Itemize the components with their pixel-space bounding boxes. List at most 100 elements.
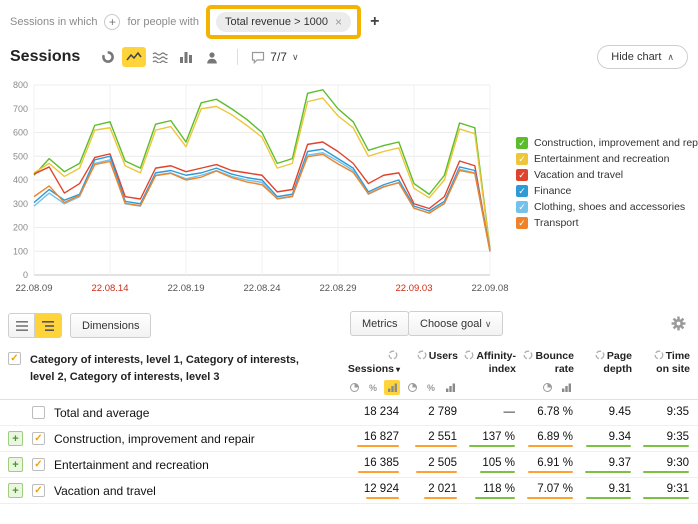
svg-text:500: 500 xyxy=(13,151,28,161)
pie-mini-icon[interactable] xyxy=(404,380,420,395)
list-view-icon[interactable] xyxy=(8,313,35,338)
row-label: Construction, improvement and repair xyxy=(54,432,255,446)
legend-item[interactable]: Transport xyxy=(516,217,698,229)
row-checkbox[interactable] xyxy=(32,484,45,497)
legend-item[interactable]: Clothing, shoes and accessories xyxy=(516,201,698,213)
legend-item[interactable]: Vacation and travel xyxy=(516,169,698,181)
metric-value: 6.91 % xyxy=(537,457,573,470)
select-all-checkbox[interactable] xyxy=(8,352,21,365)
value-proportion-bar xyxy=(358,471,399,473)
dimensions-button[interactable]: Dimensions xyxy=(70,313,151,338)
series-checkbox-icon[interactable] xyxy=(516,153,528,165)
legend-label: Vacation and travel xyxy=(534,169,623,181)
percent-mini-icon[interactable]: % xyxy=(365,380,381,395)
value-proportion-bar xyxy=(586,445,631,447)
bar-mini-icon[interactable] xyxy=(558,380,574,395)
column-header-label[interactable]: Users xyxy=(417,350,458,363)
table-row[interactable]: Total and average18 2342 789—6.78 %9.459… xyxy=(0,400,698,426)
add-session-condition-button[interactable]: + xyxy=(104,14,120,30)
value-proportion-bar xyxy=(416,471,457,473)
svg-text:600: 600 xyxy=(13,128,28,138)
sessions-chart: 010020030040050060070080022.08.0922.08.1… xyxy=(2,75,508,301)
add-user-condition-button[interactable]: + xyxy=(370,13,379,31)
metric-value-cell: 9.45 xyxy=(580,406,638,419)
metric-value-cell: 9.37 xyxy=(580,457,638,473)
column-header: Users% xyxy=(406,350,464,399)
value-proportion-bar xyxy=(424,497,457,499)
bar-mini-icon[interactable] xyxy=(442,380,458,395)
expand-row-button[interactable] xyxy=(8,431,23,446)
column-header-label[interactable]: Time on site xyxy=(638,350,690,376)
series-checkbox-icon[interactable] xyxy=(516,185,528,197)
series-checkbox-icon[interactable] xyxy=(516,169,528,181)
table-row[interactable]: Entertainment and recreation16 3852 5051… xyxy=(0,452,698,478)
percent-mini-icon[interactable]: % xyxy=(423,380,439,395)
svg-text:22.08.29: 22.08.29 xyxy=(320,283,357,294)
bar-mini-icon[interactable] xyxy=(384,380,400,395)
metric-value-cell: 137 % xyxy=(464,431,522,447)
legend-item[interactable]: Construction, improvement and repair xyxy=(516,137,698,149)
column-header-label[interactable]: Bounce rate xyxy=(522,350,574,376)
pie-mini-icon[interactable] xyxy=(539,380,555,395)
settings-gear-icon[interactable] xyxy=(671,316,686,336)
svg-text:22.08.14: 22.08.14 xyxy=(92,283,129,294)
hide-chart-button[interactable]: Hide chart ∧ xyxy=(597,45,688,69)
metric-value: 2 505 xyxy=(428,457,457,470)
toolbar-divider xyxy=(237,49,238,65)
audience-person-icon[interactable] xyxy=(200,47,224,67)
row-checkbox[interactable] xyxy=(32,458,45,471)
value-proportion-bar xyxy=(528,471,573,473)
line-chart-icon[interactable] xyxy=(122,47,146,67)
metric-value-cell: 18 234 xyxy=(348,406,406,419)
metric-value: 2 021 xyxy=(428,483,457,496)
metric-value-cell: 9:30 xyxy=(638,457,696,473)
value-proportion-bar xyxy=(357,445,399,447)
column-header: Bounce rate xyxy=(522,350,580,399)
filter-chip-total-revenue[interactable]: Total revenue > 1000 × xyxy=(216,12,351,32)
row-label: Entertainment and recreation xyxy=(54,458,209,472)
legend-item[interactable]: Entertainment and recreation xyxy=(516,153,698,165)
row-label: Vacation and travel xyxy=(54,484,156,498)
expand-row-button[interactable] xyxy=(8,483,23,498)
dimension-cell: Vacation and travel xyxy=(8,483,348,498)
row-checkbox[interactable] xyxy=(32,432,45,445)
column-header-label[interactable]: Sessions▾ xyxy=(348,350,400,376)
series-checkbox-icon[interactable] xyxy=(516,217,528,229)
area-chart-icon[interactable] xyxy=(148,47,172,67)
table-row[interactable]: Vacation and travel12 9242 021118 %7.07 … xyxy=(0,478,698,504)
chevron-down-icon: ∨ xyxy=(292,52,299,63)
segments-dropdown[interactable]: 7/7 ∨ xyxy=(251,50,298,64)
metric-value-cell: 2 021 xyxy=(406,483,464,499)
bar-chart-icon[interactable] xyxy=(174,47,198,67)
legend-item[interactable]: Finance xyxy=(516,185,698,197)
metric-value: 105 % xyxy=(482,457,515,470)
hide-chart-label: Hide chart xyxy=(611,51,661,63)
pie-chart-icon[interactable] xyxy=(96,47,120,67)
legend-label: Clothing, shoes and accessories xyxy=(534,201,685,213)
dimension-cell: Entertainment and recreation xyxy=(8,457,348,472)
column-header-label[interactable]: Page depth xyxy=(580,350,632,376)
value-proportion-bar xyxy=(643,471,689,473)
metric-value: 9:31 xyxy=(667,483,689,496)
metrics-button[interactable]: Metrics xyxy=(350,311,409,336)
tree-view-icon[interactable] xyxy=(35,313,62,338)
column-header-label[interactable]: Affinity-index xyxy=(464,350,516,376)
legend-label: Entertainment and recreation xyxy=(534,153,669,165)
choose-goal-button[interactable]: Choose goal ∨ xyxy=(408,311,503,336)
metric-value: 7.07 % xyxy=(537,483,573,496)
metric-value-cell: 6.89 % xyxy=(522,431,580,447)
svg-text:300: 300 xyxy=(13,199,28,209)
svg-text:22.08.19: 22.08.19 xyxy=(168,283,205,294)
value-proportion-bar xyxy=(643,497,689,499)
pie-mini-icon[interactable] xyxy=(346,380,362,395)
svg-text:800: 800 xyxy=(13,80,28,90)
series-checkbox-icon[interactable] xyxy=(516,201,528,213)
expand-row-button[interactable] xyxy=(8,457,23,472)
row-checkbox[interactable] xyxy=(32,406,45,419)
value-proportion-bar xyxy=(586,497,631,499)
chip-remove-icon[interactable]: × xyxy=(335,15,342,29)
series-checkbox-icon[interactable] xyxy=(516,137,528,149)
dimension-header-label: Category of interests, level 1, Category… xyxy=(30,352,348,399)
table-row[interactable]: Construction, improvement and repair 16 8… xyxy=(0,426,698,452)
metric-value-cell: 16 827 xyxy=(348,431,406,447)
